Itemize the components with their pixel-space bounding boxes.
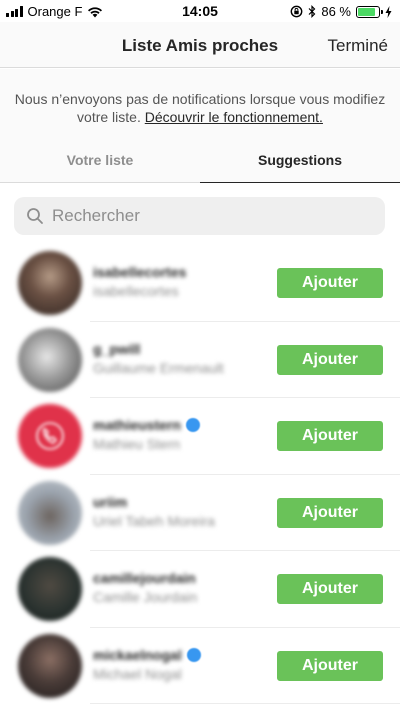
battery-icon — [356, 5, 383, 18]
status-bar: Orange F 14:05 86 % — [0, 0, 400, 22]
full-name: Guillaume Ermenault — [93, 359, 224, 376]
search-bar[interactable] — [14, 197, 385, 235]
full-name: Uriel Tabeh Moreira — [93, 512, 215, 529]
charging-icon — [385, 5, 392, 18]
name-line: g_pwill — [93, 341, 140, 357]
username[interactable]: camillejourdain — [93, 570, 196, 586]
avatar[interactable] — [18, 480, 82, 545]
avatar[interactable] — [18, 251, 82, 315]
avatar[interactable] — [18, 327, 82, 392]
verified-badge-icon — [185, 418, 200, 432]
tab-bar: Votre liste Suggestions — [0, 137, 400, 183]
battery-percent: 86 % — [321, 4, 351, 19]
name-line: mickaelnogal — [93, 647, 201, 663]
add-button[interactable]: Ajouter — [277, 268, 383, 298]
bluetooth-icon — [308, 5, 316, 18]
full-name: Camille Jourdain — [93, 589, 198, 605]
username[interactable]: g_pwill — [93, 341, 140, 357]
add-button[interactable]: Ajouter — [277, 574, 383, 604]
add-button[interactable]: Ajouter — [277, 344, 383, 375]
info-text-block: Nous n’envoyons pas de notifications lor… — [10, 90, 390, 126]
learn-more-link[interactable]: Découvrir le fonctionnement. — [145, 109, 323, 125]
tab-suggestions[interactable]: Suggestions — [200, 137, 400, 183]
name-line: uriim — [93, 494, 127, 510]
nav-bar: Liste Amis proches Terminé — [0, 22, 400, 68]
name-line: mathieustern — [93, 417, 200, 433]
list-item: camillejourdain Camille Jourdain Ajouter — [0, 551, 400, 628]
battery-level — [358, 7, 376, 16]
username[interactable]: uriim — [93, 494, 127, 510]
search-icon — [27, 208, 43, 224]
suggestion-list: isabellecortes isabellecortes Ajouter g_… — [0, 245, 400, 704]
list-item: isabellecortes isabellecortes Ajouter — [0, 245, 400, 322]
username[interactable]: mathieustern — [93, 417, 181, 433]
list-item: mathieustern Mathieu Stern Ajouter — [0, 398, 400, 475]
avatar[interactable] — [18, 633, 82, 698]
add-button[interactable]: Ajouter — [277, 421, 383, 451]
full-name: Michael Nogal — [93, 665, 182, 682]
rotation-lock-icon — [290, 5, 303, 18]
phone-icon — [18, 404, 82, 468]
username[interactable]: mickaelnogal — [93, 647, 182, 663]
done-button[interactable]: Terminé — [328, 36, 388, 56]
full-name: isabellecortes — [93, 283, 179, 299]
search-input[interactable] — [52, 206, 352, 226]
avatar[interactable] — [18, 557, 82, 621]
add-button[interactable]: Ajouter — [277, 497, 383, 528]
name-line: camillejourdain — [93, 570, 196, 586]
name-line: isabellecortes — [93, 264, 186, 280]
list-item: mickaelnogal Michael Nogal Ajouter — [0, 628, 400, 705]
tab-your-list[interactable]: Votre liste — [0, 137, 200, 183]
info-panel: Nous n’envoyons pas de notifications lor… — [0, 69, 400, 183]
list-item: uriim Uriel Tabeh Moreira Ajouter — [0, 475, 400, 552]
full-name: Mathieu Stern — [93, 436, 181, 452]
status-right: 86 % — [290, 4, 392, 19]
verified-badge-icon — [186, 647, 201, 662]
list-item: g_pwill Guillaume Ermenault Ajouter — [0, 322, 400, 399]
username[interactable]: isabellecortes — [93, 264, 186, 280]
add-button[interactable]: Ajouter — [277, 650, 383, 681]
